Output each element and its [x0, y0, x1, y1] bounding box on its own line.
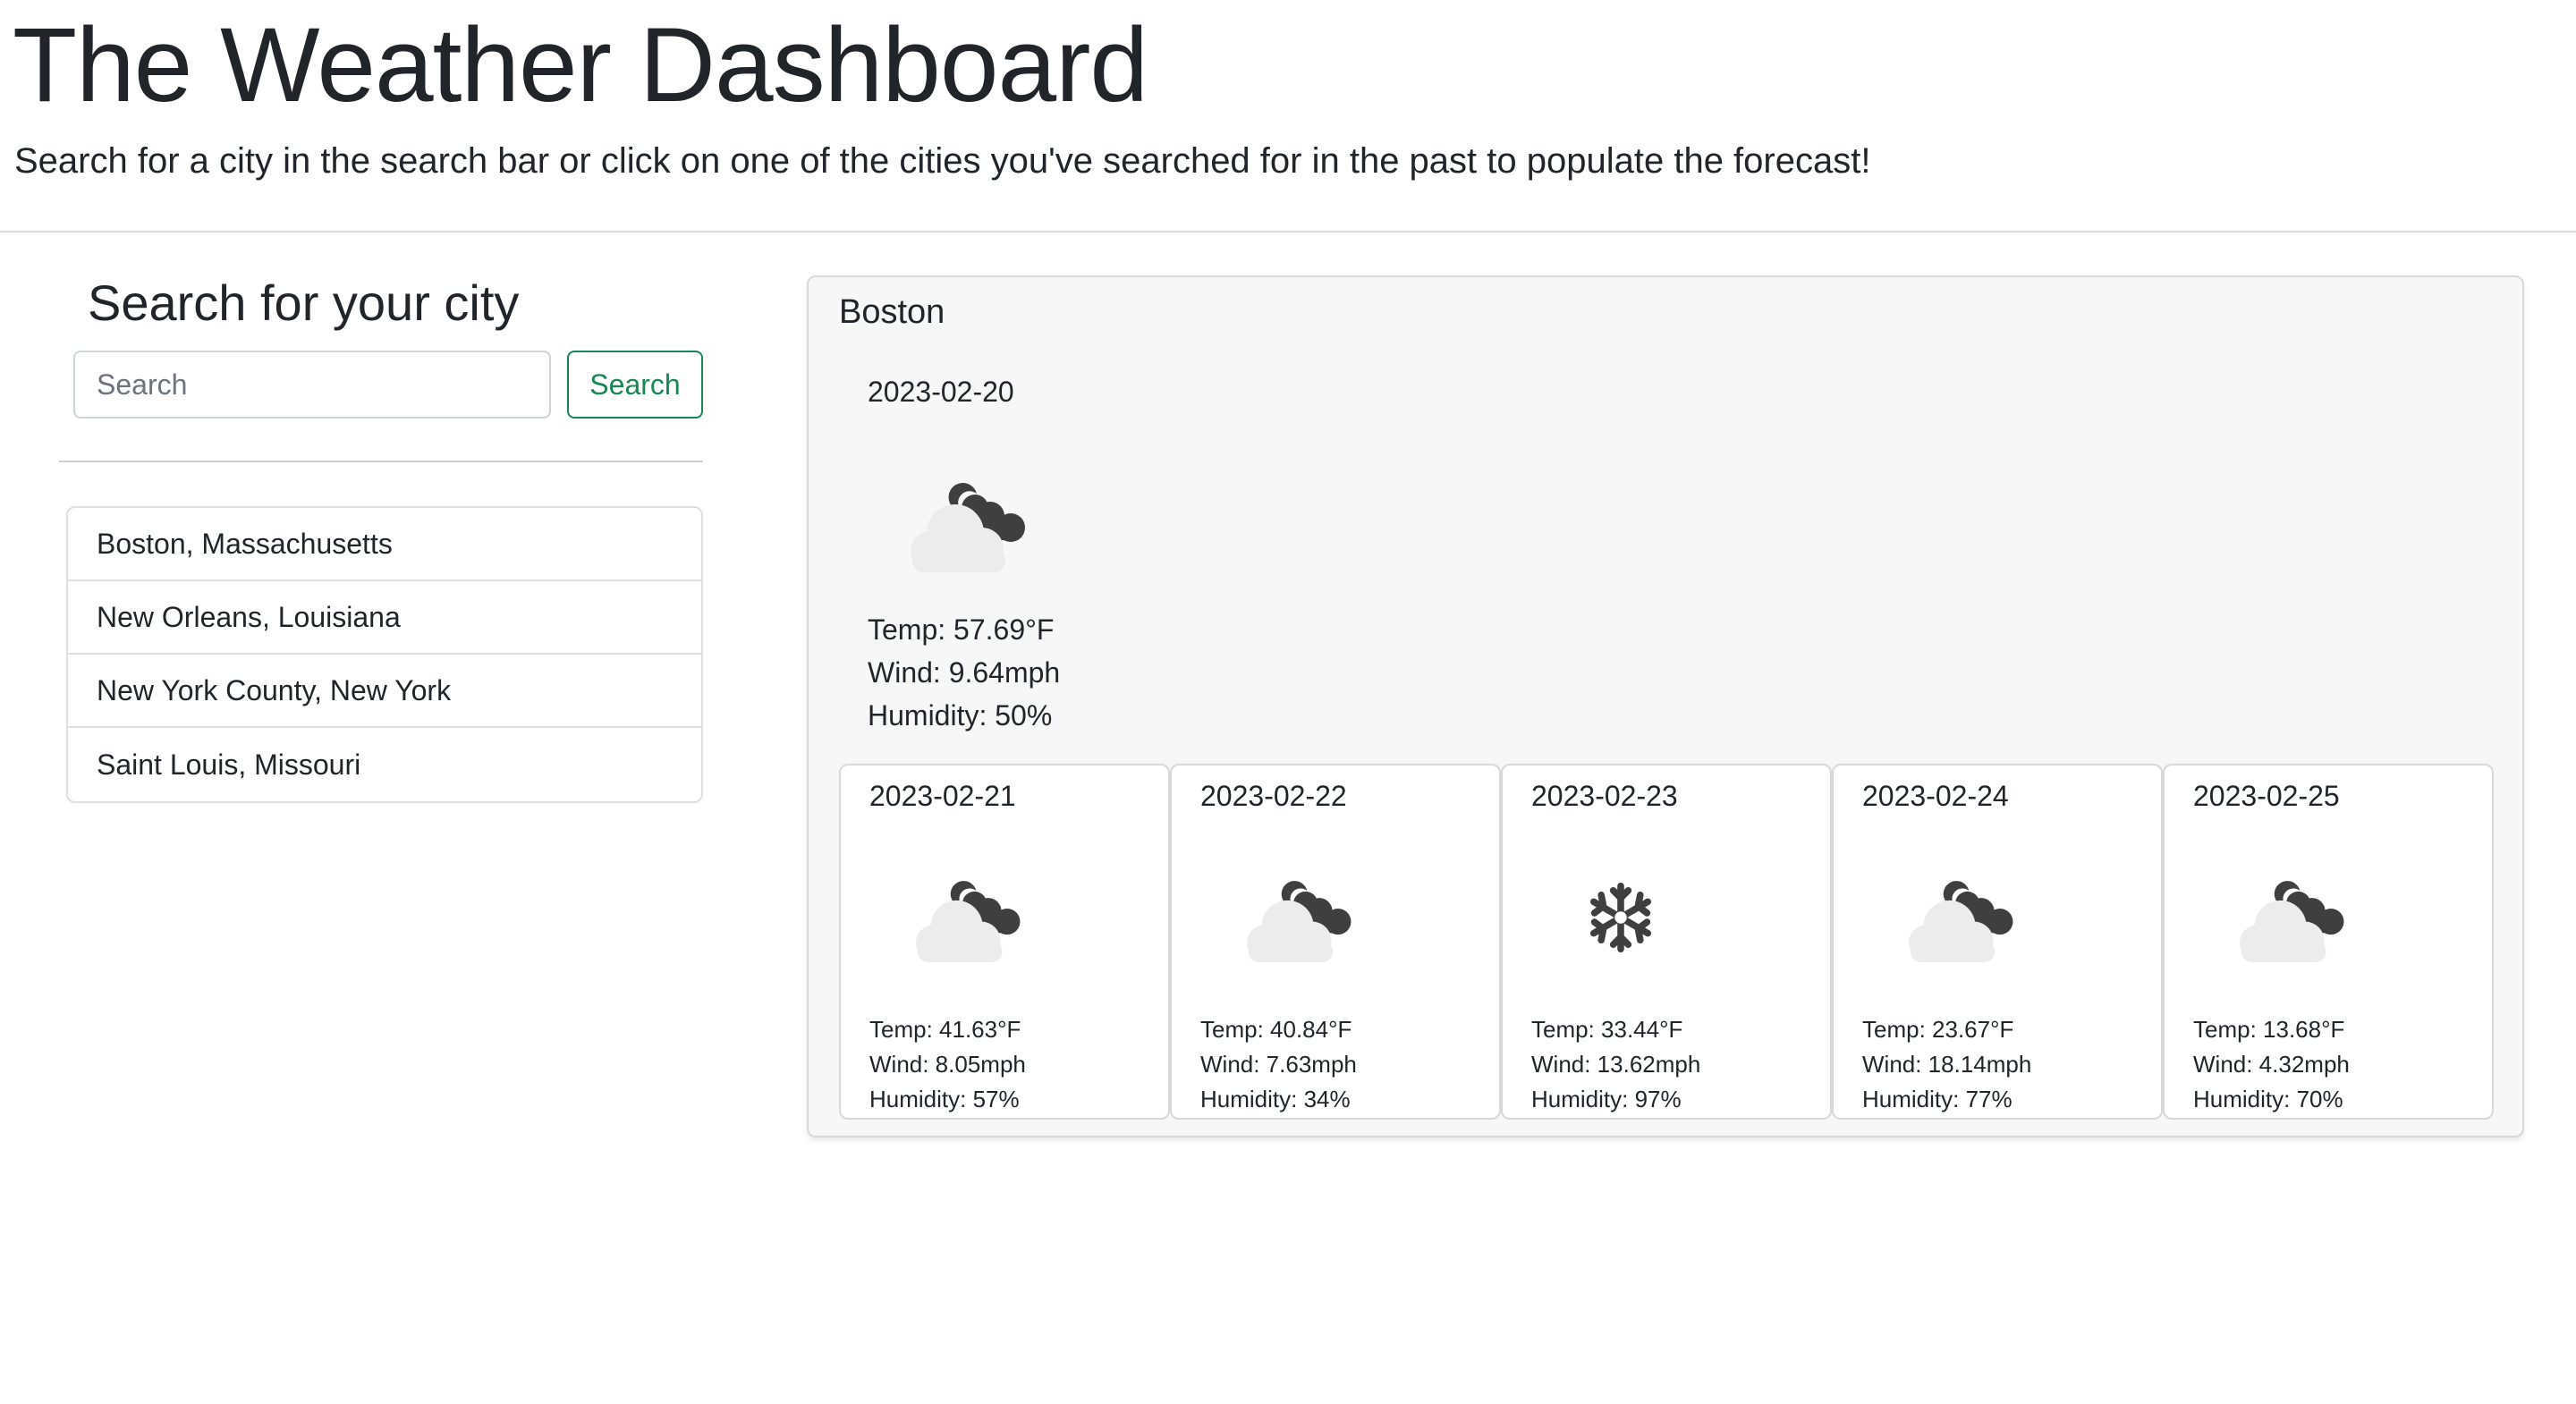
forecast-humidity: Humidity: 57%: [869, 1086, 1020, 1112]
forecast-wind: Wind: 7.63mph: [1200, 1051, 1357, 1078]
forecast-card: 2023-02-25 Temp: 13.68°F Wind: 4.32mph H…: [2163, 764, 2494, 1120]
history-item-new-orleans[interactable]: New Orleans, Louisiana: [68, 581, 701, 655]
forecast-temp: Temp: 23.67°F: [1862, 1016, 2014, 1043]
history-item-boston[interactable]: Boston, Massachusetts: [68, 508, 701, 581]
current-stats: Temp: 57.69°F Wind: 9.64mph Humidity: 50…: [868, 608, 1060, 737]
sidebar-divider: [59, 461, 703, 462]
forecast-card: 2023-02-24 Temp: 23.67°F Wind: 18.14mph …: [1832, 764, 2163, 1120]
forecast-stats: Temp: 41.63°F Wind: 8.05mph Humidity: 57…: [869, 1012, 1026, 1117]
forecast-stats: Temp: 40.84°F Wind: 7.63mph Humidity: 34…: [1200, 1012, 1357, 1117]
current-date: 2023-02-20: [868, 376, 1014, 408]
forecast-panel: Boston 2023-02-20 Temp: 57.69°F Wind: 9.…: [807, 275, 2524, 1138]
current-humidity: Humidity: 50%: [868, 699, 1053, 732]
forecast-stats: Temp: 33.44°F Wind: 13.62mph Humidity: 9…: [1531, 1012, 1700, 1117]
page-title: The Weather Dashboard: [13, 6, 1148, 124]
forecast-humidity: Humidity: 34%: [1200, 1086, 1351, 1112]
partly-cloudy-night-icon: [894, 873, 1029, 962]
forecast-wind: Wind: 13.62mph: [1531, 1051, 1701, 1078]
page-subtitle: Search for a city in the search bar or c…: [14, 141, 1871, 181]
forecast-humidity: Humidity: 77%: [1862, 1086, 2012, 1112]
forecast-date: 2023-02-23: [1531, 780, 1678, 812]
forecast-date: 2023-02-25: [2193, 780, 2340, 812]
forecast-humidity: Humidity: 97%: [1531, 1086, 1682, 1112]
forecast-wind: Wind: 8.05mph: [869, 1051, 1026, 1078]
search-button[interactable]: Search: [567, 351, 703, 419]
partly-cloudy-night-icon: [1225, 873, 1360, 962]
forecast-stats: Temp: 13.68°F Wind: 4.32mph Humidity: 70…: [2193, 1012, 2350, 1117]
search-input[interactable]: [73, 351, 551, 419]
forecast-date: 2023-02-22: [1200, 780, 1347, 812]
forecast-wind: Wind: 18.14mph: [1862, 1051, 2032, 1078]
forecast-temp: Temp: 40.84°F: [1200, 1016, 1352, 1043]
forecast-humidity: Humidity: 70%: [2193, 1086, 2343, 1112]
forecast-temp: Temp: 41.63°F: [869, 1016, 1021, 1043]
partly-cloudy-night-icon: [889, 474, 1032, 572]
forecast-card: 2023-02-23 Temp: 33.44°F Wind: 13.62mph …: [1501, 764, 1832, 1120]
history-item-new-york-county[interactable]: New York County, New York: [68, 655, 701, 728]
page-header: The Weather Dashboard Search for a city …: [0, 0, 2576, 233]
city-name: Boston: [839, 293, 945, 331]
forecast-card: 2023-02-22 Temp: 40.84°F Wind: 7.63mph H…: [1170, 764, 1501, 1120]
history-item-saint-louis[interactable]: Saint Louis, Missouri: [68, 728, 701, 801]
forecast-temp: Temp: 33.44°F: [1531, 1016, 1683, 1043]
current-wind: Wind: 9.64mph: [868, 656, 1061, 689]
current-temp: Temp: 57.69°F: [868, 613, 1055, 646]
forecast-card: 2023-02-21 Temp: 41.63°F Wind: 8.05mph H…: [839, 764, 1170, 1120]
five-day-forecast: 2023-02-21 Temp: 41.63°F Wind: 8.05mph H…: [839, 764, 2496, 1120]
forecast-date: 2023-02-21: [869, 780, 1016, 812]
sidebar-title: Search for your city: [88, 275, 520, 331]
partly-cloudy-night-icon: [1887, 873, 2021, 962]
search-history-list: Boston, Massachusetts New Orleans, Louis…: [66, 506, 703, 803]
forecast-date: 2023-02-24: [1862, 780, 2009, 812]
forecast-stats: Temp: 23.67°F Wind: 18.14mph Humidity: 7…: [1862, 1012, 2031, 1117]
forecast-temp: Temp: 13.68°F: [2193, 1016, 2345, 1043]
forecast-wind: Wind: 4.32mph: [2193, 1051, 2350, 1078]
snowflake-icon: [1583, 880, 1658, 955]
partly-cloudy-night-icon: [2218, 873, 2352, 962]
